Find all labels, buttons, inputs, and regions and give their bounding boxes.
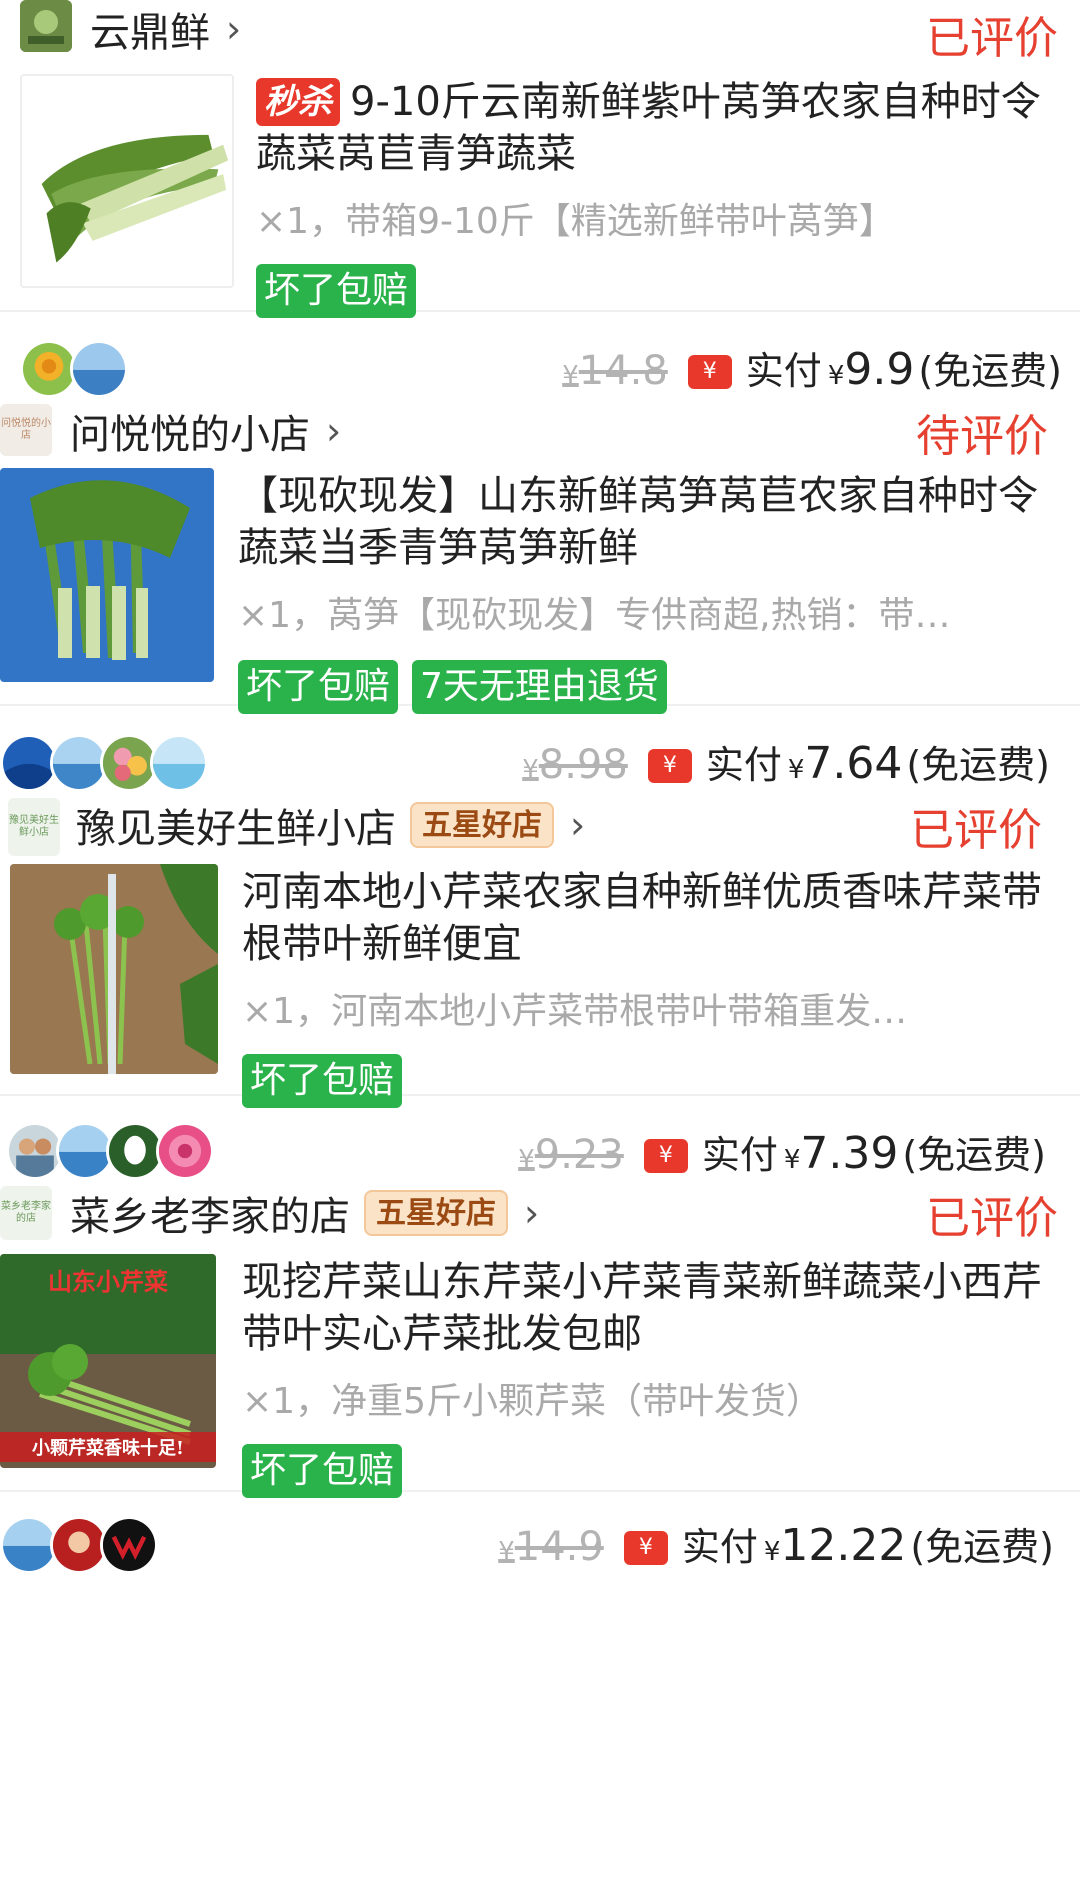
paid-amount: 7.39 — [800, 1128, 899, 1179]
buyer-avatars — [6, 1122, 214, 1180]
avatar — [150, 734, 208, 792]
avatar — [156, 1122, 214, 1180]
shipping-note: (免运费) — [910, 1525, 1054, 1569]
buyer-avatars — [20, 340, 128, 398]
price-summary: ¥8.98 ¥ 实付 ¥ 7.64 (免运费) — [522, 734, 1050, 789]
avatar — [100, 1516, 158, 1574]
store-name: 云鼎鲜 — [90, 10, 210, 56]
product-image[interactable]: 山东小芹菜 小颗芹菜香味十足! — [0, 1254, 216, 1468]
product-spec: ×1，净重5斤小颗芹菜（带叶发货） — [242, 1381, 822, 1422]
five-star-store-badge: 五星好店 — [410, 802, 554, 848]
currency-symbol: ¥ — [787, 755, 805, 785]
price-summary: ¥9.23 ¥ 实付 ¥ 7.39 (免运费) — [518, 1124, 1046, 1179]
avatar — [70, 340, 128, 398]
order-card[interactable]: ¥14.9 ¥ 实付 ¥ 12.22 (免运费) — [0, 1492, 1080, 1680]
store-logo[interactable]: 菜乡老李家的店 — [0, 1186, 52, 1240]
review-status[interactable]: 已评价 — [926, 2, 1058, 66]
price-summary: ¥14.9 ¥ 实付 ¥ 12.22 (免运费) — [498, 1516, 1054, 1571]
store-name: 豫见美好生鲜小店 — [76, 806, 396, 852]
paid-amount: 7.64 — [804, 738, 903, 789]
paid-label: 实付 — [701, 1133, 778, 1177]
price-summary: ¥14.8 ¥ 实付 ¥ 9.9 (免运费) — [562, 340, 1062, 395]
store-name-link[interactable]: 问悦悦的小店 › — [70, 402, 341, 460]
five-star-store-badge: 五星好店 — [364, 1190, 508, 1236]
tag-damage-compensation: 坏了包赔 — [242, 1444, 403, 1498]
shipping-note: (免运费) — [902, 1133, 1046, 1177]
store-name: 菜乡老李家的店 — [70, 1194, 350, 1240]
order-card[interactable]: ¥8.98 ¥ 实付 ¥ 7.64 (免运费) 豫见美好生鲜小店 豫见美好生鲜小… — [0, 706, 1080, 1108]
currency-symbol: ¥ — [763, 1537, 781, 1567]
store-name-link[interactable]: 豫见美好生鲜小店 五星好店 › — [76, 796, 585, 854]
service-tags: 坏了包赔 — [256, 264, 1070, 318]
paid-label: 实付 — [705, 743, 782, 787]
order-card[interactable]: ¥9.23 ¥ 实付 ¥ 7.39 (免运费) 菜乡老李家的店 菜乡老李家的店 … — [0, 1096, 1080, 1498]
store-name-link[interactable]: 云鼎鲜 › — [90, 0, 241, 58]
thumb-caption-bottom: 小颗芹菜香味十足! — [0, 1432, 216, 1462]
chevron-right-icon: › — [326, 409, 342, 453]
product-image[interactable] — [10, 864, 218, 1074]
order-card[interactable]: ¥14.8 ¥ 实付 ¥ 9.9 (免运费) 问悦悦的小店 问悦悦的小店 › 待… — [0, 312, 1080, 714]
review-status[interactable]: 已评价 — [926, 1182, 1058, 1246]
product-spec: ×1，河南本地小芹菜带根带叶带箱重发… — [242, 991, 908, 1032]
chevron-right-icon: › — [226, 7, 242, 51]
red-packet-icon: ¥ — [643, 1139, 688, 1173]
order-card[interactable]: 云鼎鲜 › 已评价 秒杀9-10斤云南新鲜紫叶莴笋农家自种时令蔬菜莴苣青笋蔬菜 — [0, 0, 1080, 318]
original-price: ¥14.8 — [562, 348, 668, 394]
product-spec: ×1，莴笋【现砍现发】专供商超,热销：带… — [238, 595, 951, 636]
original-price: ¥9.23 — [518, 1132, 624, 1178]
original-price: ¥14.9 — [498, 1524, 604, 1570]
product-title[interactable]: 【现砍现发】山东新鲜莴笋莴苣农家自种时令蔬菜当季青笋莴笋新鲜 — [238, 470, 1070, 574]
service-tags: 坏了包赔 — [242, 1444, 1070, 1498]
store-logo[interactable]: 豫见美好生鲜小店 — [8, 798, 60, 856]
buyer-avatars — [0, 1516, 158, 1574]
product-image[interactable] — [20, 74, 234, 288]
flash-sale-badge: 秒杀 — [256, 78, 340, 126]
paid-amount: 12.22 — [780, 1520, 907, 1571]
store-logo[interactable] — [20, 0, 72, 52]
product-title[interactable]: 秒杀 9-10斤云南新鲜紫叶莴笋农家自种时令蔬菜莴苣青笋蔬菜 — [256, 76, 1070, 180]
review-status[interactable]: 待评价 — [916, 400, 1048, 464]
product-title[interactable]: 现挖芹菜山东芹菜小芹菜青菜新鲜蔬菜小西芹带叶实心芹菜批发包邮 — [242, 1256, 1070, 1360]
product-image[interactable] — [0, 468, 214, 682]
product-title-text: 9-10斤云南新鲜紫叶莴笋农家自种时令蔬菜莴苣青笋蔬菜 — [256, 79, 1041, 177]
paid-amount: 9.9 — [844, 344, 915, 395]
chevron-right-icon: › — [524, 1191, 540, 1235]
review-status[interactable]: 已评价 — [910, 794, 1042, 858]
chevron-right-icon: › — [570, 803, 586, 847]
store-name: 问悦悦的小店 — [70, 412, 310, 458]
paid-label: 实付 — [745, 349, 822, 393]
currency-symbol: ¥ — [827, 361, 845, 391]
paid-label: 实付 — [681, 1525, 758, 1569]
currency-symbol: ¥ — [783, 1145, 801, 1175]
product-title[interactable]: 河南本地小芹菜农家自种新鲜优质香味芹菜带根带叶新鲜便宜 — [242, 866, 1070, 970]
original-price: ¥8.98 — [522, 742, 628, 788]
shipping-note: (免运费) — [918, 349, 1062, 393]
order-list: 云鼎鲜 › 已评价 秒杀9-10斤云南新鲜紫叶莴笋农家自种时令蔬菜莴苣青笋蔬菜 — [0, 0, 1080, 1880]
red-packet-icon: ¥ — [687, 355, 732, 389]
tag-damage-compensation: 坏了包赔 — [256, 264, 417, 318]
red-packet-icon: ¥ — [623, 1531, 668, 1565]
red-packet-icon: ¥ — [647, 749, 692, 783]
store-name-link[interactable]: 菜乡老李家的店 五星好店 › — [70, 1184, 539, 1242]
thumb-caption-top: 山东小芹菜 — [48, 1267, 168, 1296]
shipping-note: (免运费) — [906, 743, 1050, 787]
buyer-avatars — [0, 734, 208, 792]
product-spec: ×1，带箱9-10斤【精选新鲜带叶莴笋】 — [256, 201, 895, 242]
store-logo[interactable]: 问悦悦的小店 — [0, 404, 52, 456]
